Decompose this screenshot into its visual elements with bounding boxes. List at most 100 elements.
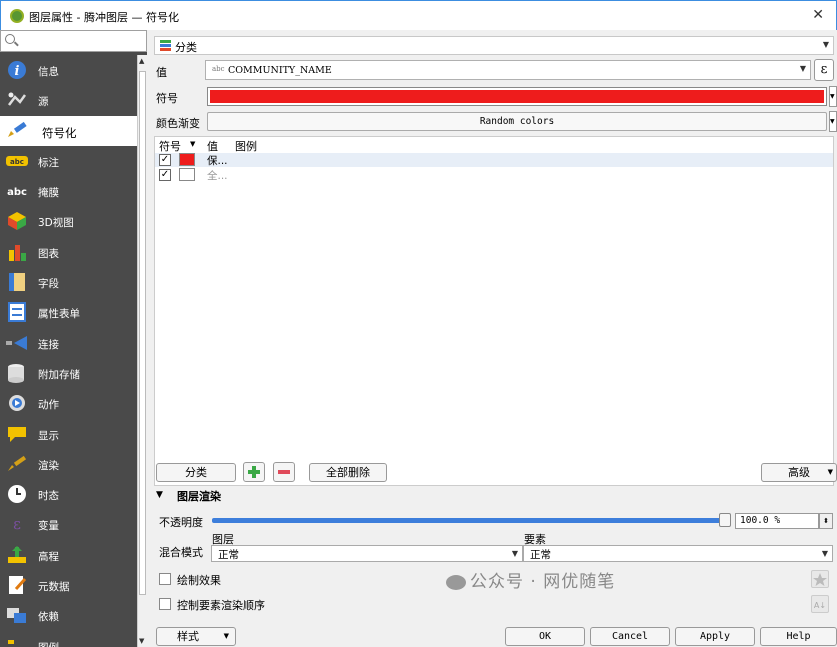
row-checkbox[interactable]: ✓ — [159, 169, 171, 181]
scroll-up-icon[interactable]: ▲ — [139, 57, 144, 65]
sidebar-item-3d-view[interactable]: 3D视图 — [0, 206, 137, 236]
apply-button[interactable]: Apply — [675, 627, 755, 646]
sidebar-item-diagrams[interactable]: 图表 — [0, 237, 137, 267]
order-settings-button[interactable]: A↓ — [811, 595, 829, 613]
sidebar-item-label: 显示 — [38, 429, 59, 442]
dependencies-icon — [7, 608, 26, 624]
row-symbol-swatch[interactable] — [179, 153, 195, 166]
sidebar-item-legend[interactable]: 图例 — [0, 631, 137, 647]
sidebar-item-label: 渲染 — [38, 459, 59, 472]
renderer-select[interactable]: 分类 ▼ — [154, 36, 834, 55]
opacity-slider[interactable] — [212, 518, 724, 523]
color-ramp-button[interactable]: Random colors — [207, 112, 827, 131]
sidebar-item-rendering[interactable]: 渲染 — [0, 449, 137, 479]
ok-button[interactable]: OK — [505, 627, 585, 646]
delete-all-button[interactable]: 全部删除 — [309, 463, 387, 482]
control-order-checkbox[interactable] — [159, 598, 171, 610]
opacity-label: 不透明度 — [159, 516, 203, 529]
column-header-value[interactable]: 值 — [207, 138, 218, 154]
scroll-down-icon[interactable]: ▼ — [139, 637, 144, 645]
add-class-button[interactable] — [243, 462, 265, 482]
sidebar-item-metadata[interactable]: 元数据 — [0, 570, 137, 600]
sidebar-item-label: 信息 — [38, 66, 59, 78]
metadata-icon — [9, 576, 27, 595]
column-header-legend[interactable]: 图例 — [235, 138, 257, 154]
table-row[interactable]: ✓ 全... — [155, 168, 833, 182]
category-table[interactable]: 符号 ▼ 值 图例 ✓ 保... ✓ 全... — [154, 136, 834, 486]
sidebar-item-info[interactable]: i 信息 — [0, 55, 137, 85]
layer-rendering-title: 图层渲染 — [177, 490, 221, 503]
help-button[interactable]: Help — [760, 627, 837, 646]
symbology-panel: 分类 ▼ 值 abc COMMUNITY_NAME ▼ ε 符号 ▼ 颜色渐变 … — [147, 30, 837, 647]
symbol-button[interactable] — [207, 87, 827, 106]
scrollbar-thumb[interactable] — [139, 71, 146, 595]
star-icon — [813, 573, 827, 586]
sidebar-item-actions[interactable]: 动作 — [0, 388, 137, 418]
search-icon — [5, 34, 15, 44]
watermark-text: 公众号 · 网优随笔 — [470, 572, 616, 592]
sidebar-item-elevation[interactable]: 高程 — [0, 540, 137, 570]
value-field-select[interactable]: abc COMMUNITY_NAME ▼ — [205, 60, 811, 80]
sidebar-item-label: 图例 — [38, 640, 59, 647]
rendering-icon — [8, 455, 27, 471]
sidebar-item-source[interactable]: 源 — [0, 85, 137, 115]
feature-blend-value: 正常 — [530, 549, 551, 561]
sidebar-item-fields[interactable]: 字段 — [0, 267, 137, 297]
variables-icon: ε — [13, 515, 21, 533]
sidebar-item-symbology[interactable]: 符号化 — [0, 115, 137, 146]
sidebar-item-labels[interactable]: abc 标注 — [0, 146, 137, 176]
sidebar-item-label: 时态 — [38, 490, 59, 503]
feature-blend-select[interactable]: 正常 ▼ — [523, 545, 833, 562]
chevron-down-icon: ▼ — [799, 64, 806, 73]
expression-button[interactable]: ε — [814, 59, 834, 81]
sidebar-item-auxiliary-storage[interactable]: 附加存储 — [0, 358, 137, 388]
remove-class-button[interactable] — [273, 462, 295, 482]
sidebar-item-label: 附加存储 — [38, 368, 80, 381]
sidebar-item-temporal[interactable]: 时态 — [0, 479, 137, 509]
sidebar-scrollbar[interactable]: ▲ ▼ — [137, 55, 147, 647]
close-icon[interactable]: ✕ — [812, 7, 824, 23]
chevron-down-icon: ▼ — [223, 632, 229, 640]
color-ramp-menu-arrow[interactable]: ▼ — [829, 111, 837, 132]
info-icon: i — [8, 61, 26, 79]
sidebar-item-label: 动作 — [38, 399, 59, 412]
draw-effects-checkbox[interactable] — [159, 573, 171, 585]
storage-icon — [8, 363, 24, 383]
collapse-arrow-icon[interactable]: ▼ — [156, 490, 163, 500]
classify-button[interactable]: 分类 — [156, 463, 236, 482]
sidebar-item-label: 3D视图 — [38, 217, 74, 230]
sidebar-nav: i 信息 源 符号化 abc 标注 abc 掩膜 3D视图 图表 字段 属性表单… — [0, 55, 137, 647]
row-value: 全... — [207, 170, 228, 182]
sidebar-item-dependencies[interactable]: 依赖 — [0, 600, 137, 630]
sidebar-item-display[interactable]: 显示 — [0, 419, 137, 449]
effects-star-button[interactable] — [811, 570, 829, 588]
row-checkbox[interactable]: ✓ — [159, 154, 171, 166]
spin-arrows-icon[interactable]: ⬍ — [819, 513, 833, 529]
sidebar-item-label: 标注 — [38, 156, 59, 169]
sidebar-item-label: 符号化 — [42, 125, 77, 140]
layer-blend-select[interactable]: 正常 ▼ — [211, 545, 523, 562]
row-symbol-swatch[interactable] — [179, 168, 195, 181]
source-icon — [8, 92, 27, 107]
draw-effects-label: 绘制效果 — [177, 574, 221, 587]
sidebar-item-label: 高程 — [38, 550, 59, 563]
sidebar: i 信息 源 符号化 abc 标注 abc 掩膜 3D视图 图表 字段 属性表单… — [0, 30, 147, 647]
opacity-spinbox[interactable]: 100.0 % — [735, 513, 819, 529]
renderer-value: 分类 — [175, 41, 197, 54]
sidebar-item-variables[interactable]: ε 变量 — [0, 509, 137, 539]
minus-icon — [278, 470, 290, 474]
sidebar-search-input[interactable] — [0, 30, 147, 52]
sidebar-item-joins[interactable]: 连接 — [0, 328, 137, 358]
symbol-menu-arrow[interactable]: ▼ — [829, 86, 837, 107]
form-icon — [8, 302, 26, 323]
sidebar-item-attribute-form[interactable]: 属性表单 — [0, 297, 137, 327]
style-button[interactable]: 样式 ▼ — [156, 627, 236, 646]
cancel-button[interactable]: Cancel — [590, 627, 670, 646]
table-row[interactable]: ✓ 保... — [155, 153, 833, 167]
opacity-slider-handle[interactable] — [719, 513, 731, 527]
sidebar-item-mask[interactable]: abc 掩膜 — [0, 176, 137, 206]
column-header-symbol[interactable]: 符号 — [159, 138, 181, 154]
sidebar-item-label: 属性表单 — [38, 308, 80, 321]
advanced-button[interactable]: 高级 ▼ — [761, 463, 837, 482]
sidebar-item-label: 图表 — [38, 247, 59, 260]
